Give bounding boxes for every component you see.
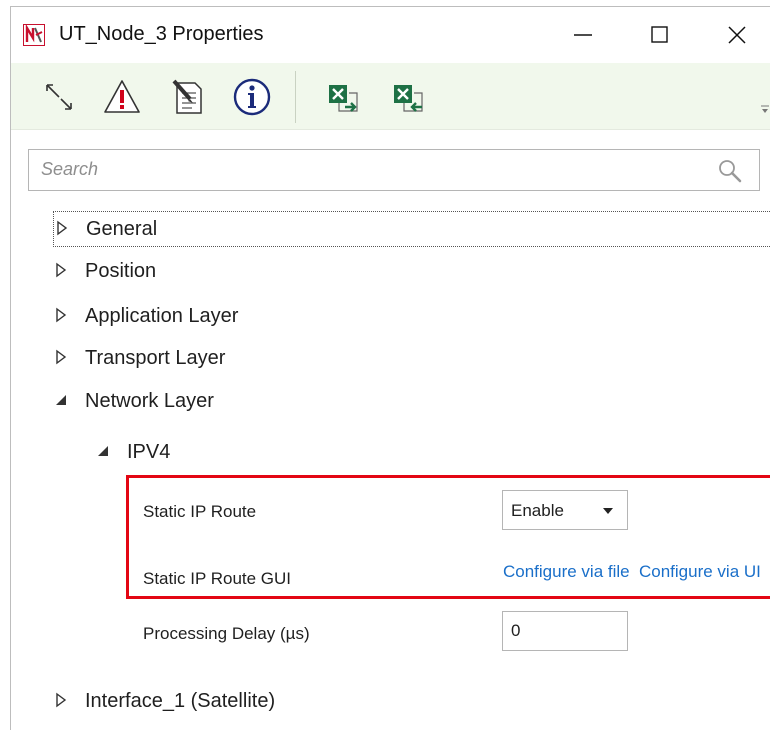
configure-via-file-link[interactable]: Configure via file [503, 562, 639, 582]
tree-item-label: General [86, 218, 158, 240]
tree-item-label: Application Layer [85, 305, 239, 327]
tree-item-transport-layer[interactable]: Transport Layer [53, 341, 770, 375]
processing-delay-input[interactable] [502, 611, 628, 651]
warning-icon[interactable] [102, 77, 142, 117]
expanded-triangle-icon[interactable] [95, 443, 111, 459]
maximize-icon [651, 26, 668, 43]
tree-item-label: Interface_1 (Satellite) [85, 690, 276, 712]
resize-arrows-icon[interactable] [39, 77, 79, 117]
tree-item-position[interactable]: Position [53, 254, 770, 288]
tree-item-application-layer[interactable]: Application Layer [53, 299, 770, 333]
tree-item-general[interactable]: General [53, 211, 770, 247]
static-ip-route-label: Static IP Route [143, 502, 257, 521]
chevron-down-icon [603, 508, 613, 514]
tree-item-label: Network Layer [85, 390, 214, 412]
properties-window: UT_Node_3 Properties Search General Posi… [10, 6, 770, 730]
search-input[interactable] [41, 156, 681, 182]
excel-export-icon[interactable] [323, 77, 363, 117]
static-ip-route-select[interactable]: Enable [502, 490, 628, 530]
expanded-triangle-icon[interactable] [53, 392, 69, 408]
processing-delay-label: Processing Delay (µs) [143, 624, 310, 643]
minimize-icon [574, 34, 592, 36]
tree-item-label: IPV4 [127, 441, 171, 463]
static-ip-route-value: Enable [511, 501, 564, 520]
maximize-button[interactable] [640, 17, 680, 53]
title-bar[interactable]: UT_Node_3 Properties [11, 7, 770, 65]
tree-item-ipv4[interactable]: IPV4 [95, 435, 395, 469]
collapsed-triangle-icon[interactable] [53, 349, 69, 365]
search-box [28, 149, 760, 191]
collapsed-triangle-icon[interactable] [53, 262, 69, 278]
collapsed-triangle-icon[interactable] [54, 220, 70, 236]
toolbar-overflow-icon[interactable] [759, 103, 770, 115]
minimize-button[interactable] [563, 17, 603, 53]
tree-item-label: Transport Layer [85, 347, 226, 369]
window-title: UT_Node_3 Properties [59, 23, 264, 45]
info-icon[interactable] [232, 77, 272, 117]
tree-item-interface-1[interactable]: Interface_1 (Satellite) [53, 684, 770, 718]
close-button[interactable] [717, 17, 757, 53]
collapsed-triangle-icon[interactable] [53, 692, 69, 708]
edit-document-icon[interactable] [168, 77, 208, 117]
tree-item-network-layer[interactable]: Network Layer [53, 384, 770, 418]
search-icon[interactable] [717, 158, 743, 184]
app-logo-icon [23, 24, 45, 46]
tree-item-label: Position [85, 260, 157, 282]
toolbar-separator [295, 71, 296, 123]
collapsed-triangle-icon[interactable] [53, 307, 69, 323]
toolbar [11, 63, 770, 130]
static-ip-route-gui-label: Static IP Route GUI [143, 569, 292, 588]
close-icon [728, 26, 746, 44]
configure-via-ui-link[interactable]: Configure via UI [639, 562, 770, 582]
excel-import-icon[interactable] [388, 77, 428, 117]
